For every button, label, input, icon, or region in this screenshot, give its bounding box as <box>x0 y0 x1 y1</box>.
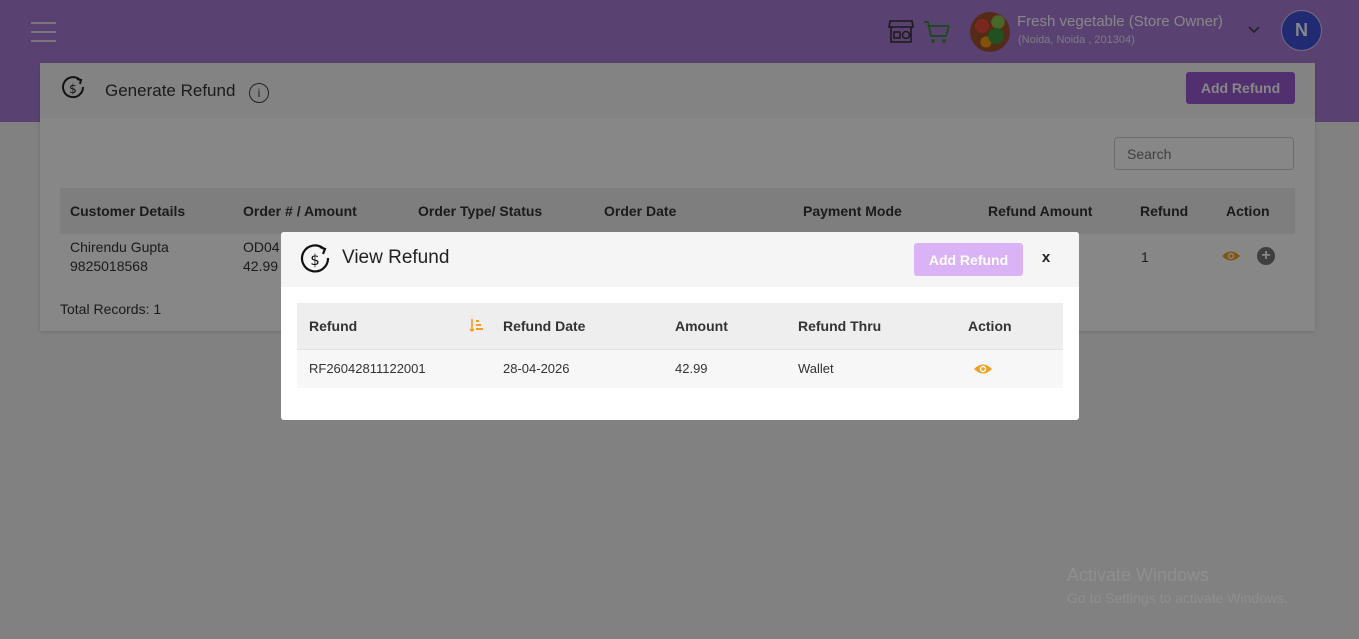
refund-amount: 42.99 <box>675 361 708 376</box>
column-header: Refund Thru <box>798 318 882 334</box>
add-refund-button[interactable]: Add Refund <box>914 243 1023 276</box>
column-header: Action <box>968 318 1012 334</box>
column-header: Refund <box>309 318 358 334</box>
view-refund-modal: $ View Refund Add Refund x Refund Refund… <box>281 232 1079 420</box>
column-header: Refund Date <box>503 318 586 334</box>
svg-text:$: $ <box>310 251 320 269</box>
modal-header: $ View Refund Add Refund x <box>281 232 1079 287</box>
refund-date: 28-04-2026 <box>503 361 570 376</box>
activation-watermark-title: Activate Windows <box>1067 565 1210 585</box>
table-row: RF26042811122001 28-04-2026 42.99 Wallet <box>297 349 1063 388</box>
refund-id: RF26042811122001 <box>309 361 426 376</box>
refund-table-header: Refund Refund Date Amount Refund Thru Ac… <box>297 303 1063 349</box>
refund-thru: Wallet <box>798 361 834 376</box>
refund-icon: $ <box>300 244 330 273</box>
close-button[interactable]: x <box>1037 249 1055 269</box>
column-header: Amount <box>675 318 728 334</box>
modal-title: View Refund <box>342 247 450 268</box>
view-eye-icon[interactable] <box>973 362 993 376</box>
activation-watermark-text: Go to Settings to activate Windows. <box>1067 590 1288 606</box>
sort-icon[interactable] <box>469 318 483 333</box>
